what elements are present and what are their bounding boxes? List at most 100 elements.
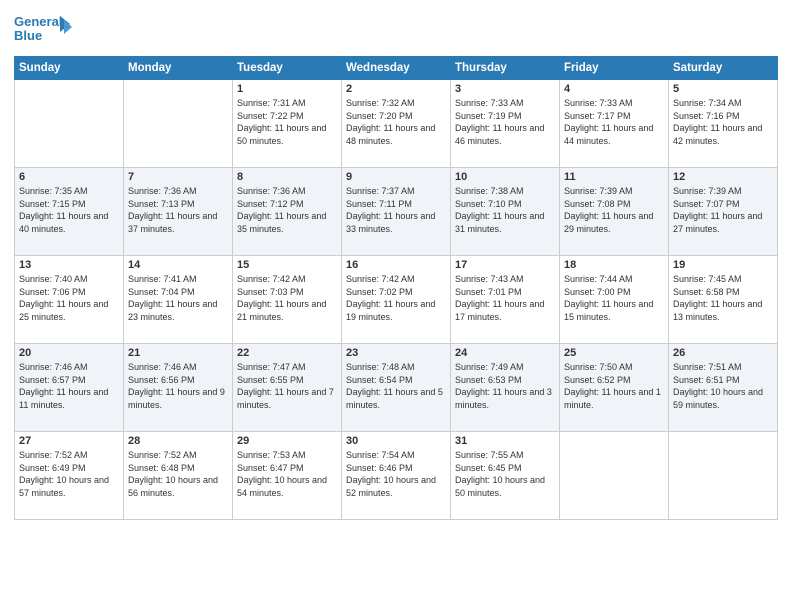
- calendar-cell: 19 Sunrise: 7:45 AM Sunset: 6:58 PM Dayli…: [669, 256, 778, 344]
- day-number: 10: [455, 171, 555, 183]
- calendar-cell: 28 Sunrise: 7:52 AM Sunset: 6:48 PM Dayli…: [124, 432, 233, 520]
- calendar-cell: 12Sunrise: 7:39 AM Sunset: 7:07 PM Dayli…: [669, 168, 778, 256]
- cell-text: Sunrise: 7:54 AM Sunset: 6:46 PM Dayligh…: [346, 449, 446, 499]
- cell-text: Sunrise: 7:39 AM Sunset: 7:08 PM Dayligh…: [564, 185, 664, 235]
- cell-text: Sunrise: 7:41 AM Sunset: 7:04 PM Dayligh…: [128, 273, 228, 323]
- cell-text: Sunrise: 7:55 AM Sunset: 6:45 PM Dayligh…: [455, 449, 555, 499]
- cell-text: Sunrise: 7:36 AM Sunset: 7:12 PM Dayligh…: [237, 185, 337, 235]
- calendar-cell: 1 Sunrise: 7:31 AM Sunset: 7:22 PM Daylig…: [233, 80, 342, 168]
- header: GeneralBlue: [14, 10, 778, 48]
- calendar-cell: 8 Sunrise: 7:36 AM Sunset: 7:12 PM Daylig…: [233, 168, 342, 256]
- cell-text: Sunrise: 7:39 AM Sunset: 7:07 PM Dayligh…: [673, 185, 773, 235]
- calendar-cell: 29 Sunrise: 7:53 AM Sunset: 6:47 PM Dayli…: [233, 432, 342, 520]
- day-number: 20: [19, 347, 119, 359]
- day-number: 4: [564, 83, 664, 95]
- cell-text: Sunrise: 7:52 AM Sunset: 6:49 PM Dayligh…: [19, 449, 119, 499]
- calendar-cell: [560, 432, 669, 520]
- day-number: 18: [564, 259, 664, 271]
- logo: GeneralBlue: [14, 10, 74, 48]
- cell-text: Sunrise: 7:43 AM Sunset: 7:01 PM Dayligh…: [455, 273, 555, 323]
- calendar-cell: 13 Sunrise: 7:40 AM Sunset: 7:06 PM Dayli…: [15, 256, 124, 344]
- calendar-cell: [124, 80, 233, 168]
- calendar-cell: 7 Sunrise: 7:36 AM Sunset: 7:13 PM Daylig…: [124, 168, 233, 256]
- calendar-cell: 11 Sunrise: 7:39 AM Sunset: 7:08 PM Dayli…: [560, 168, 669, 256]
- day-number: 29: [237, 435, 337, 447]
- calendar-cell: 2 Sunrise: 7:32 AM Sunset: 7:20 PM Daylig…: [342, 80, 451, 168]
- calendar-cell: 10 Sunrise: 7:38 AM Sunset: 7:10 PM Dayli…: [451, 168, 560, 256]
- calendar-week-row: 6 Sunrise: 7:35 AM Sunset: 7:15 PM Daylig…: [15, 168, 778, 256]
- day-number: 15: [237, 259, 337, 271]
- cell-text: Sunrise: 7:35 AM Sunset: 7:15 PM Dayligh…: [19, 185, 119, 235]
- weekday-header-saturday: Saturday: [669, 57, 778, 80]
- cell-text: Sunrise: 7:32 AM Sunset: 7:20 PM Dayligh…: [346, 97, 446, 147]
- cell-text: Sunrise: 7:53 AM Sunset: 6:47 PM Dayligh…: [237, 449, 337, 499]
- weekday-header-monday: Monday: [124, 57, 233, 80]
- weekday-header-sunday: Sunday: [15, 57, 124, 80]
- calendar-cell: 27 Sunrise: 7:52 AM Sunset: 6:49 PM Dayli…: [15, 432, 124, 520]
- day-number: 26: [673, 347, 773, 359]
- day-number: 16: [346, 259, 446, 271]
- cell-text: Sunrise: 7:38 AM Sunset: 7:10 PM Dayligh…: [455, 185, 555, 235]
- cell-text: Sunrise: 7:44 AM Sunset: 7:00 PM Dayligh…: [564, 273, 664, 323]
- calendar-week-row: 13 Sunrise: 7:40 AM Sunset: 7:06 PM Dayli…: [15, 256, 778, 344]
- weekday-header-row: SundayMondayTuesdayWednesdayThursdayFrid…: [15, 57, 778, 80]
- weekday-header-thursday: Thursday: [451, 57, 560, 80]
- day-number: 1: [237, 83, 337, 95]
- day-number: 28: [128, 435, 228, 447]
- day-number: 22: [237, 347, 337, 359]
- day-number: 23: [346, 347, 446, 359]
- day-number: 7: [128, 171, 228, 183]
- day-number: 11: [564, 171, 664, 183]
- weekday-header-wednesday: Wednesday: [342, 57, 451, 80]
- svg-text:General: General: [14, 14, 62, 29]
- day-number: 27: [19, 435, 119, 447]
- day-number: 31: [455, 435, 555, 447]
- cell-text: Sunrise: 7:42 AM Sunset: 7:03 PM Dayligh…: [237, 273, 337, 323]
- calendar-cell: 25Sunrise: 7:50 AM Sunset: 6:52 PM Dayli…: [560, 344, 669, 432]
- calendar-week-row: 1 Sunrise: 7:31 AM Sunset: 7:22 PM Daylig…: [15, 80, 778, 168]
- cell-text: Sunrise: 7:34 AM Sunset: 7:16 PM Dayligh…: [673, 97, 773, 147]
- day-number: 6: [19, 171, 119, 183]
- cell-text: Sunrise: 7:47 AM Sunset: 6:55 PM Dayligh…: [237, 361, 337, 411]
- calendar-table: SundayMondayTuesdayWednesdayThursdayFrid…: [14, 56, 778, 520]
- calendar-cell: 26 Sunrise: 7:51 AM Sunset: 6:51 PM Dayli…: [669, 344, 778, 432]
- cell-text: Sunrise: 7:37 AM Sunset: 7:11 PM Dayligh…: [346, 185, 446, 235]
- calendar-cell: 3 Sunrise: 7:33 AM Sunset: 7:19 PM Daylig…: [451, 80, 560, 168]
- day-number: 2: [346, 83, 446, 95]
- calendar-cell: 31 Sunrise: 7:55 AM Sunset: 6:45 PM Dayli…: [451, 432, 560, 520]
- calendar-cell: 22 Sunrise: 7:47 AM Sunset: 6:55 PM Dayli…: [233, 344, 342, 432]
- day-number: 9: [346, 171, 446, 183]
- day-number: 19: [673, 259, 773, 271]
- cell-text: Sunrise: 7:33 AM Sunset: 7:17 PM Dayligh…: [564, 97, 664, 147]
- cell-text: Sunrise: 7:31 AM Sunset: 7:22 PM Dayligh…: [237, 97, 337, 147]
- calendar-cell: 20Sunrise: 7:46 AM Sunset: 6:57 PM Dayli…: [15, 344, 124, 432]
- calendar-cell: 9 Sunrise: 7:37 AM Sunset: 7:11 PM Daylig…: [342, 168, 451, 256]
- logo-svg: GeneralBlue: [14, 10, 74, 48]
- day-number: 5: [673, 83, 773, 95]
- cell-text: Sunrise: 7:46 AM Sunset: 6:56 PM Dayligh…: [128, 361, 228, 411]
- calendar-cell: 23Sunrise: 7:48 AM Sunset: 6:54 PM Dayli…: [342, 344, 451, 432]
- day-number: 14: [128, 259, 228, 271]
- day-number: 24: [455, 347, 555, 359]
- calendar-cell: 16 Sunrise: 7:42 AM Sunset: 7:02 PM Dayli…: [342, 256, 451, 344]
- calendar-week-row: 27 Sunrise: 7:52 AM Sunset: 6:49 PM Dayli…: [15, 432, 778, 520]
- calendar-cell: 24Sunrise: 7:49 AM Sunset: 6:53 PM Dayli…: [451, 344, 560, 432]
- calendar-cell: 18 Sunrise: 7:44 AM Sunset: 7:00 PM Dayli…: [560, 256, 669, 344]
- calendar-cell: [15, 80, 124, 168]
- cell-text: Sunrise: 7:45 AM Sunset: 6:58 PM Dayligh…: [673, 273, 773, 323]
- svg-text:Blue: Blue: [14, 28, 42, 43]
- day-number: 8: [237, 171, 337, 183]
- day-number: 21: [128, 347, 228, 359]
- cell-text: Sunrise: 7:33 AM Sunset: 7:19 PM Dayligh…: [455, 97, 555, 147]
- day-number: 13: [19, 259, 119, 271]
- cell-text: Sunrise: 7:36 AM Sunset: 7:13 PM Dayligh…: [128, 185, 228, 235]
- calendar-cell: 21 Sunrise: 7:46 AM Sunset: 6:56 PM Dayli…: [124, 344, 233, 432]
- cell-text: Sunrise: 7:42 AM Sunset: 7:02 PM Dayligh…: [346, 273, 446, 323]
- cell-text: Sunrise: 7:51 AM Sunset: 6:51 PM Dayligh…: [673, 361, 773, 411]
- cell-text: Sunrise: 7:50 AM Sunset: 6:52 PM Dayligh…: [564, 361, 664, 411]
- weekday-header-tuesday: Tuesday: [233, 57, 342, 80]
- cell-text: Sunrise: 7:52 AM Sunset: 6:48 PM Dayligh…: [128, 449, 228, 499]
- day-number: 3: [455, 83, 555, 95]
- cell-text: Sunrise: 7:40 AM Sunset: 7:06 PM Dayligh…: [19, 273, 119, 323]
- calendar-cell: 14 Sunrise: 7:41 AM Sunset: 7:04 PM Dayli…: [124, 256, 233, 344]
